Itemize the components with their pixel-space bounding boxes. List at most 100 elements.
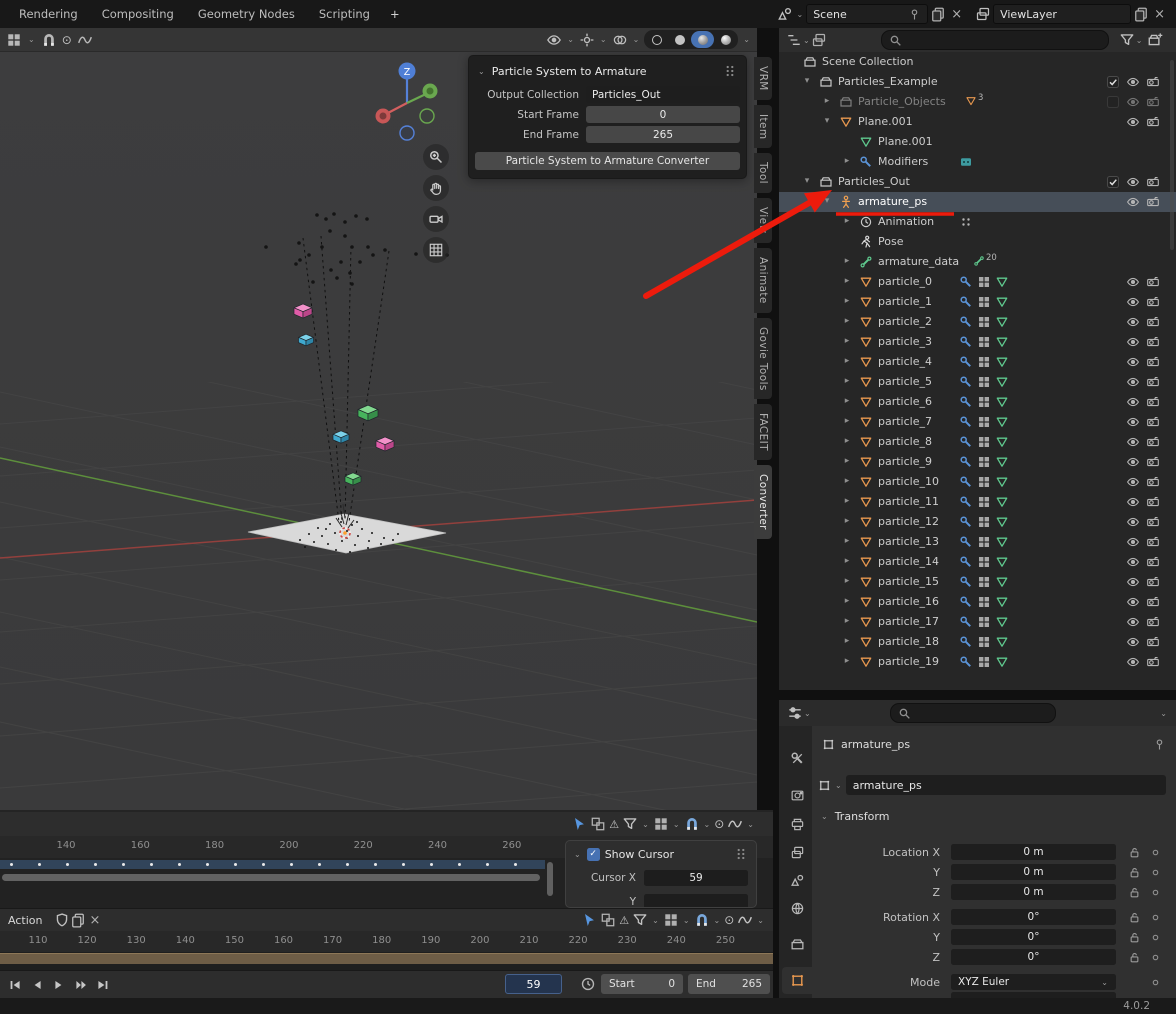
lock-icon[interactable] [1128, 846, 1141, 859]
new-action-icon[interactable] [70, 912, 86, 928]
disclosure-right-icon[interactable]: ▸ [841, 476, 853, 486]
new-viewlayer-icon[interactable] [1133, 6, 1149, 22]
camera-toggle-icon[interactable] [1146, 315, 1160, 329]
lock-icon[interactable] [1128, 931, 1141, 944]
outliner-item-particle-4[interactable]: particle_4 [878, 355, 932, 368]
frame-ruler[interactable]: 1101201301401501601701801902002102202302… [0, 931, 773, 953]
view-menu-icon[interactable] [653, 816, 669, 832]
add-workspace-button[interactable]: + [383, 4, 407, 24]
wrench-icon[interactable] [959, 355, 973, 369]
outliner-row[interactable]: ▸particle_6 [779, 392, 1176, 412]
disclosure-right-icon[interactable]: ▸ [841, 516, 853, 526]
grid-icon[interactable] [977, 555, 991, 569]
shading-solid-button[interactable] [668, 31, 691, 48]
grid-icon[interactable] [977, 375, 991, 389]
current-frame-field[interactable]: 59 [505, 974, 562, 994]
disclosure-down-icon[interactable]: ▾ [821, 116, 833, 126]
outliner-row[interactable]: ▸ particle_10 [779, 472, 1176, 492]
properties-search-input[interactable] [890, 703, 1056, 723]
eye-toggle-icon[interactable] [1126, 315, 1140, 329]
animate-dot-icon[interactable] [1149, 866, 1162, 879]
disclosure-right-icon[interactable]: ▸ [841, 256, 853, 266]
y-field[interactable]: 0 m [951, 864, 1116, 880]
mesh-data-icon[interactable] [995, 435, 1009, 449]
animate-dot-icon[interactable] [1149, 976, 1162, 989]
disclosure-right-icon[interactable]: ▸ [841, 356, 853, 366]
z-field[interactable]: 0 m [951, 884, 1116, 900]
eye-toggle-icon[interactable] [1126, 195, 1140, 209]
camera-toggle-icon[interactable] [1146, 115, 1160, 129]
selection-sync-icon[interactable] [600, 912, 616, 928]
eye-toggle-icon[interactable] [1126, 75, 1140, 89]
camera-toggle-icon[interactable] [1146, 435, 1160, 449]
wrench-icon[interactable] [959, 575, 973, 589]
camera-toggle-icon[interactable] [1146, 635, 1160, 649]
rotation-x-field[interactable]: 0° [951, 909, 1116, 925]
mesh-data-icon[interactable] [995, 415, 1009, 429]
collapse-arrow-icon[interactable]: ⌄ [574, 850, 581, 859]
check-toggle-icon[interactable] [1106, 75, 1120, 89]
wrench-icon[interactable] [959, 395, 973, 409]
outliner-item-scene-collection[interactable]: Scene Collection [822, 55, 913, 68]
wrench-icon[interactable] [959, 595, 973, 609]
animate-dot-icon[interactable] [1149, 886, 1162, 899]
checkempty-toggle-icon[interactable] [1106, 95, 1120, 109]
location-x-field[interactable]: 0 m [951, 844, 1116, 860]
eye-toggle-icon[interactable] [1126, 635, 1140, 649]
grid-icon[interactable] [977, 355, 991, 369]
disclosure-right-icon[interactable]: ▸ [841, 536, 853, 546]
camera-toggle-icon[interactable] [1146, 275, 1160, 289]
filter-icon[interactable] [632, 912, 648, 928]
eye-toggle-icon[interactable] [1126, 455, 1140, 469]
scene-browse-icon[interactable] [777, 6, 793, 22]
outliner-item-particle-8[interactable]: particle_8 [878, 435, 932, 448]
wrench-icon[interactable] [959, 535, 973, 549]
properties-tab-render[interactable] [782, 782, 812, 809]
pin-icon[interactable] [1153, 738, 1166, 751]
rotation-mode-dropdown[interactable]: XYZ Euler ⌄ [951, 974, 1116, 990]
grid-icon[interactable] [977, 615, 991, 629]
editor-type-icon[interactable] [787, 705, 803, 721]
keyframe-dot[interactable] [430, 863, 433, 866]
outliner-item-particle-18[interactable]: particle_18 [878, 635, 939, 648]
falloff-icon[interactable] [737, 912, 753, 928]
mesh-data-icon[interactable] [995, 315, 1009, 329]
outliner-item-particle-19[interactable]: particle_19 [878, 655, 939, 668]
action-name[interactable]: Action [8, 914, 42, 927]
transform-panel-header[interactable]: ⌄ Transform [820, 810, 889, 823]
y-field[interactable] [644, 894, 748, 908]
workspace-tab-compositing[interactable]: Compositing [91, 4, 185, 24]
grid-icon[interactable] [977, 515, 991, 529]
outliner-row[interactable]: ▸particle_13 [779, 532, 1176, 552]
view-menu-icon[interactable] [663, 912, 679, 928]
y-field[interactable]: 0° [951, 929, 1116, 945]
mesh-data-icon[interactable] [995, 275, 1009, 289]
panel-header[interactable]: ⌄ ✓ Show Cursor [566, 841, 756, 867]
camera-toggle-icon[interactable] [1146, 575, 1160, 589]
disclosure-right-icon[interactable]: ▸ [841, 456, 853, 466]
disclosure-right-icon[interactable]: ▸ [841, 296, 853, 306]
camera-toggle-icon[interactable] [1146, 655, 1160, 669]
outliner-item-particles-example[interactable]: Particles_Example [838, 75, 938, 88]
grid-icon[interactable] [977, 335, 991, 349]
unlink-action-button[interactable]: × [86, 914, 103, 927]
disclosure-right-icon[interactable]: ▸ [841, 156, 853, 166]
mesh-data-icon[interactable] [995, 355, 1009, 369]
snap-icon[interactable] [684, 816, 700, 832]
proportional-edit-icon[interactable]: ⊙ [714, 817, 724, 831]
mesh-data-icon[interactable] [995, 335, 1009, 349]
disclosure-down-icon[interactable]: ▾ [801, 76, 813, 86]
scene-name-field[interactable]: Scene [806, 4, 928, 24]
disclosure-right-icon[interactable]: ▸ [841, 556, 853, 566]
disclosure-right-icon[interactable]: ▸ [841, 416, 853, 426]
grid-icon[interactable] [977, 435, 991, 449]
sidebar-tab-animate[interactable]: Animate [754, 248, 772, 313]
mesh-data-icon[interactable] [995, 515, 1009, 529]
outliner-item-particle-10[interactable]: particle_10 [878, 475, 939, 488]
camera-toggle-icon[interactable] [1146, 375, 1160, 389]
display-mode-icon[interactable] [811, 32, 827, 48]
playhead-icon[interactable] [581, 912, 597, 928]
wrench-icon[interactable] [959, 335, 973, 349]
mesh-data-icon[interactable] [995, 655, 1009, 669]
wrench-icon[interactable] [959, 275, 973, 289]
